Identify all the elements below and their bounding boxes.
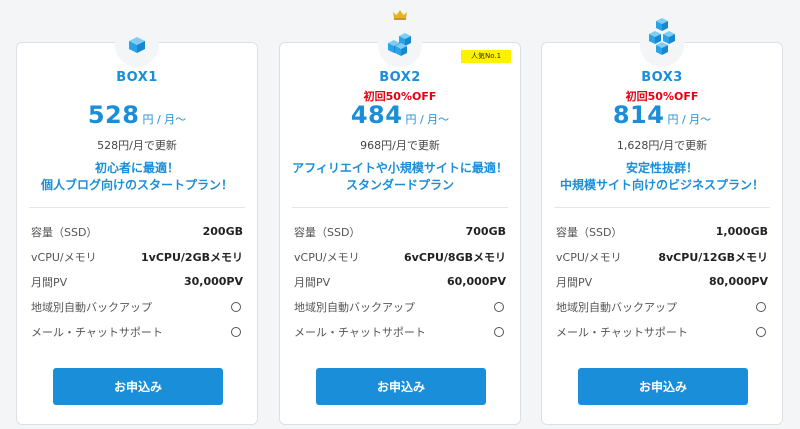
popular-badge: 人気No.1 xyxy=(461,50,511,63)
spec-row-storage: 容量（SSD） 700GB xyxy=(294,219,506,244)
price-amount: 528 xyxy=(87,101,140,129)
renewal-price: 528円/月で更新 xyxy=(97,139,177,152)
plan-icon-bubble xyxy=(378,23,422,67)
divider xyxy=(292,207,508,208)
price: 528 円 / 月～ xyxy=(17,101,257,129)
spec-row-support: メール・チャットサポート xyxy=(556,319,768,344)
spec-value: 1vCPU/2GBメモリ xyxy=(141,250,243,264)
plan-name: BOX1 xyxy=(116,70,158,85)
single-cube-icon xyxy=(129,37,145,53)
spec-label: vCPU/メモリ xyxy=(556,250,622,264)
price-unit: 円 / 月～ xyxy=(405,113,450,126)
spec-row-pv: 月間PV 60,000PV xyxy=(294,269,506,294)
price: 484 円 / 月～ xyxy=(280,101,520,129)
divider xyxy=(29,207,245,208)
spec-row-storage: 容量（SSD） 200GB xyxy=(31,219,243,244)
spec-list: 容量（SSD） 200GB vCPU/メモリ 1vCPU/2GBメモリ 月間PV… xyxy=(31,219,243,344)
spec-value: 60,000PV xyxy=(446,275,506,288)
plan-name: BOX3 xyxy=(641,70,683,85)
spec-row-cpu: vCPU/メモリ 6vCPU/8GBメモリ xyxy=(294,244,506,269)
plan-catchphrase: アフィリエイトや小規模サイトに最適！ スタンダードプラン xyxy=(280,160,520,194)
spec-row-backup: 地域別自動バックアップ xyxy=(556,294,768,319)
included-circle-icon xyxy=(231,326,241,337)
price-amount: 484 xyxy=(350,101,403,129)
price: 814 円 / 月～ xyxy=(542,101,782,129)
spec-value: 1,000GB xyxy=(715,225,768,238)
spec-value: 30,000PV xyxy=(183,275,243,288)
apply-button-box1[interactable]: お申込み xyxy=(53,368,223,405)
plan-card-box1: BOX1 528 円 / 月～ 528円/月で更新 初心者に最適！ 個人ブログ向け… xyxy=(16,23,258,425)
spec-row-pv: 月間PV 80,000PV xyxy=(556,269,768,294)
spec-row-backup: 地域別自動バックアップ xyxy=(31,294,243,319)
plan-catchphrase: 初心者に最適！ 個人ブログ向けのスタートプラン！ xyxy=(17,160,257,194)
included-circle-icon xyxy=(756,301,766,312)
spec-row-pv: 月間PV 30,000PV xyxy=(31,269,243,294)
catch-line-1: 安定性抜群！ xyxy=(625,161,698,175)
apply-button-box3[interactable]: お申込み xyxy=(578,368,748,405)
apply-button-box2[interactable]: お申込み xyxy=(316,368,486,405)
spec-label: 地域別自動バックアップ xyxy=(294,300,415,314)
spec-value: 700GB xyxy=(465,225,506,238)
stacked-cubes-icon xyxy=(649,18,675,55)
divider xyxy=(554,207,770,208)
catch-line-2: スタンダードプラン xyxy=(345,178,454,192)
plan-name: BOX2 xyxy=(379,70,421,85)
spec-label: vCPU/メモリ xyxy=(294,250,360,264)
spec-label: 月間PV xyxy=(556,275,593,289)
price-unit: 円 / 月～ xyxy=(142,113,187,126)
spec-label: 地域別自動バックアップ xyxy=(31,300,152,314)
plan-icon-bubble xyxy=(115,23,159,67)
catch-line-1: 初心者に最適！ xyxy=(94,161,179,175)
spec-row-storage: 容量（SSD） 1,000GB xyxy=(556,219,768,244)
spec-value: 6vCPU/8GBメモリ xyxy=(404,250,506,264)
spec-row-support: メール・チャットサポート xyxy=(31,319,243,344)
spec-label: 容量（SSD） xyxy=(556,225,623,239)
included-circle-icon xyxy=(756,326,766,337)
spec-list: 容量（SSD） 1,000GB vCPU/メモリ 8vCPU/12GBメモリ 月… xyxy=(556,219,768,344)
plan-catchphrase: 安定性抜群！ 中規模サイト向けのビジネスプラン！ xyxy=(542,160,782,194)
spec-list: 容量（SSD） 700GB vCPU/メモリ 6vCPU/8GBメモリ 月間PV… xyxy=(294,219,506,344)
included-circle-icon xyxy=(231,301,241,312)
spec-label: vCPU/メモリ xyxy=(31,250,97,264)
catch-line-2: 中規模サイト向けのビジネスプラン！ xyxy=(559,178,764,192)
spec-label: 月間PV xyxy=(294,275,331,289)
spec-value: 8vCPU/12GBメモリ xyxy=(658,250,768,264)
spec-label: 月間PV xyxy=(31,275,68,289)
spec-value: 200GB xyxy=(202,225,243,238)
spec-label: 容量（SSD） xyxy=(31,225,98,239)
plan-icon-bubble xyxy=(640,18,684,67)
spec-row-cpu: vCPU/メモリ 1vCPU/2GBメモリ xyxy=(31,244,243,269)
double-cube-icon xyxy=(388,33,411,56)
price-amount: 814 xyxy=(612,101,665,129)
renewal-price: 1,628円/月で更新 xyxy=(616,139,708,152)
spec-label: メール・チャットサポート xyxy=(556,325,688,339)
crown-icon xyxy=(393,10,407,20)
spec-value: 80,000PV xyxy=(708,275,768,288)
included-circle-icon xyxy=(494,301,504,312)
spec-row-cpu: vCPU/メモリ 8vCPU/12GBメモリ xyxy=(556,244,768,269)
spec-row-support: メール・チャットサポート xyxy=(294,319,506,344)
spec-label: メール・チャットサポート xyxy=(31,325,163,339)
plan-card-box3: BOX3 初回50%OFF 814 円 / 月～ 1,628円/月で更新 安定性抜… xyxy=(541,18,783,425)
included-circle-icon xyxy=(494,326,504,337)
plan-card-box2: 人気No.1 BOX2 初回50%OFF 484 円 / 月～ 968円/月で更新… xyxy=(279,10,521,425)
catch-line-2: 個人ブログ向けのスタートプラン！ xyxy=(40,178,233,192)
catch-line-1: アフィリエイトや小規模サイトに最適！ xyxy=(292,161,508,175)
spec-label: 容量（SSD） xyxy=(294,225,361,239)
price-unit: 円 / 月～ xyxy=(667,113,712,126)
spec-label: 地域別自動バックアップ xyxy=(556,300,677,314)
renewal-price: 968円/月で更新 xyxy=(360,139,440,152)
spec-row-backup: 地域別自動バックアップ xyxy=(294,294,506,319)
spec-label: メール・チャットサポート xyxy=(294,325,426,339)
